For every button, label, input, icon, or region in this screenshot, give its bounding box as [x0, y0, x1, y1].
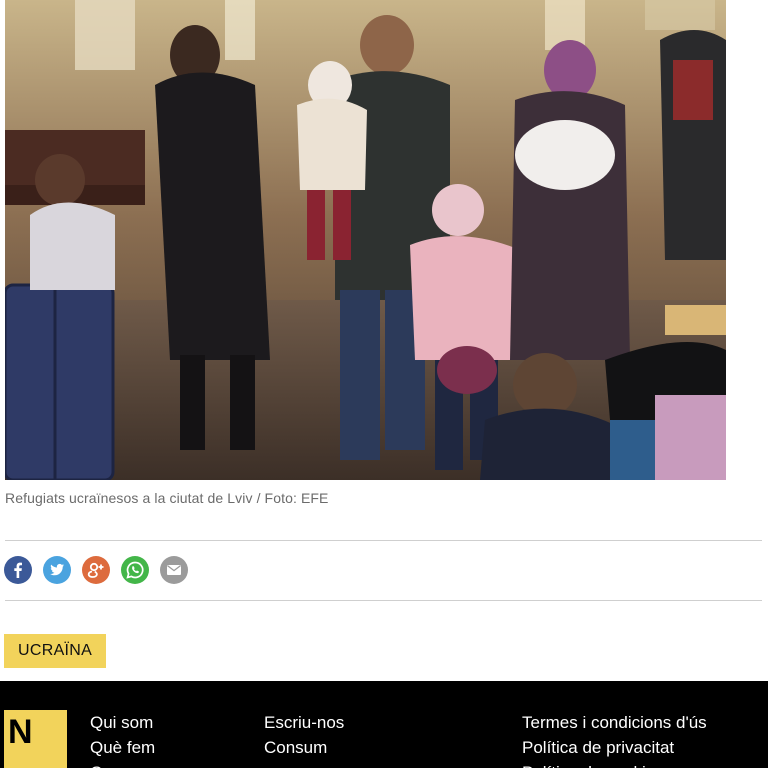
google-plus-icon: [87, 562, 104, 578]
share-divider-bottom: [5, 600, 762, 601]
footer-link-que-fem[interactable]: Què fem: [90, 735, 155, 760]
twitter-icon: [50, 563, 64, 576]
footer-link-consum[interactable]: Consum: [264, 735, 344, 760]
site-footer: N Qui som Què fem Qu Escriu-nos Consum T…: [0, 681, 768, 768]
footer-link-partial[interactable]: Qu: [90, 760, 155, 768]
footer-link-cookies[interactable]: Política de cookies: [522, 760, 707, 768]
share-divider-top: [5, 540, 762, 541]
facebook-share-button[interactable]: [4, 556, 32, 584]
footer-column-2: Escriu-nos Consum: [264, 710, 344, 760]
photo-caption: Refugiats ucraïnesos a la ciutat de Lviv…: [5, 490, 329, 506]
whatsapp-icon: [126, 561, 144, 579]
twitter-share-button[interactable]: [43, 556, 71, 584]
site-logo[interactable]: N: [4, 710, 67, 768]
footer-link-escriu-nos[interactable]: Escriu-nos: [264, 710, 344, 735]
facebook-icon: [14, 562, 22, 578]
footer-link-privacitat[interactable]: Política de privacitat: [522, 735, 707, 760]
share-buttons: [4, 556, 188, 584]
whatsapp-share-button[interactable]: [121, 556, 149, 584]
footer-link-termes[interactable]: Termes i condicions d'ús: [522, 710, 707, 735]
footer-column-1: Qui som Què fem Qu: [90, 710, 155, 768]
tag-ucraina[interactable]: UCRAÏNA: [4, 634, 107, 668]
email-share-button[interactable]: [160, 556, 188, 584]
footer-column-3: Termes i condicions d'ús Política de pri…: [522, 710, 707, 768]
email-icon: [167, 565, 181, 575]
article-photo: [5, 0, 726, 480]
article-page: Refugiats ucraïnesos a la ciutat de Lviv…: [0, 0, 768, 768]
google-plus-share-button[interactable]: [82, 556, 110, 584]
site-logo-letter: N: [8, 713, 33, 751]
footer-link-qui-som[interactable]: Qui som: [90, 710, 155, 735]
